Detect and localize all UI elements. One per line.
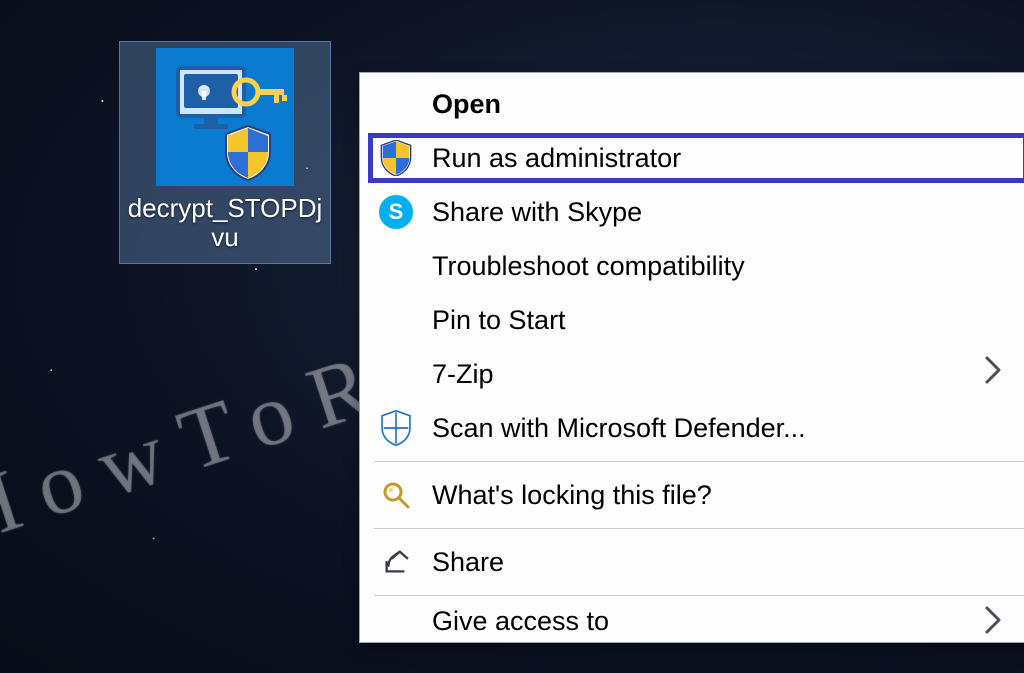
menu-item-label: What's locking this file? [432, 480, 1008, 511]
desktop-icon-label: decrypt_STOPDjvu [124, 194, 326, 251]
menu-item-scan-defender[interactable]: Scan with Microsoft Defender... [360, 401, 1024, 455]
menu-item-troubleshoot-compatibility[interactable]: Troubleshoot compatibility [360, 239, 1024, 293]
menu-item-label: Give access to [432, 606, 984, 637]
menu-separator [374, 461, 1024, 462]
menu-item-whats-locking[interactable]: What's locking this file? [360, 468, 1024, 522]
menu-item-share[interactable]: Share [360, 535, 1024, 589]
share-icon [360, 547, 432, 577]
menu-item-share-with-skype[interactable]: S Share with Skype [360, 185, 1024, 239]
menu-item-label: Share with Skype [432, 197, 1008, 228]
desktop-icon-decrypt-stopdjvu[interactable]: decrypt_STOPDjvu [120, 42, 330, 263]
uac-shield-icon [360, 140, 432, 176]
menu-item-label: Run as administrator [432, 143, 1008, 174]
menu-item-label: Share [432, 547, 1008, 578]
menu-separator [374, 528, 1024, 529]
menu-item-label: 7-Zip [432, 359, 984, 390]
context-menu: Open Run as administrator S Share with S… [359, 72, 1024, 643]
skype-icon: S [360, 194, 432, 230]
menu-item-label: Open [432, 89, 1008, 120]
magnifier-icon [360, 480, 432, 510]
defender-shield-icon [360, 410, 432, 446]
menu-item-give-access-to[interactable]: Give access to [360, 602, 1024, 642]
menu-item-label: Troubleshoot compatibility [432, 251, 1008, 282]
desktop-icon-tile [156, 48, 294, 186]
menu-item-label: Pin to Start [432, 305, 1008, 336]
menu-item-label: Scan with Microsoft Defender... [432, 413, 1008, 444]
menu-item-pin-to-start[interactable]: Pin to Start [360, 293, 1024, 347]
svg-text:S: S [389, 199, 404, 224]
menu-separator [374, 595, 1024, 596]
chevron-right-icon [984, 606, 1008, 642]
menu-item-open[interactable]: Open [360, 77, 1024, 131]
menu-item-7zip[interactable]: 7-Zip [360, 347, 1024, 401]
chevron-right-icon [984, 356, 1008, 392]
menu-item-run-as-administrator[interactable]: Run as administrator [360, 131, 1024, 185]
